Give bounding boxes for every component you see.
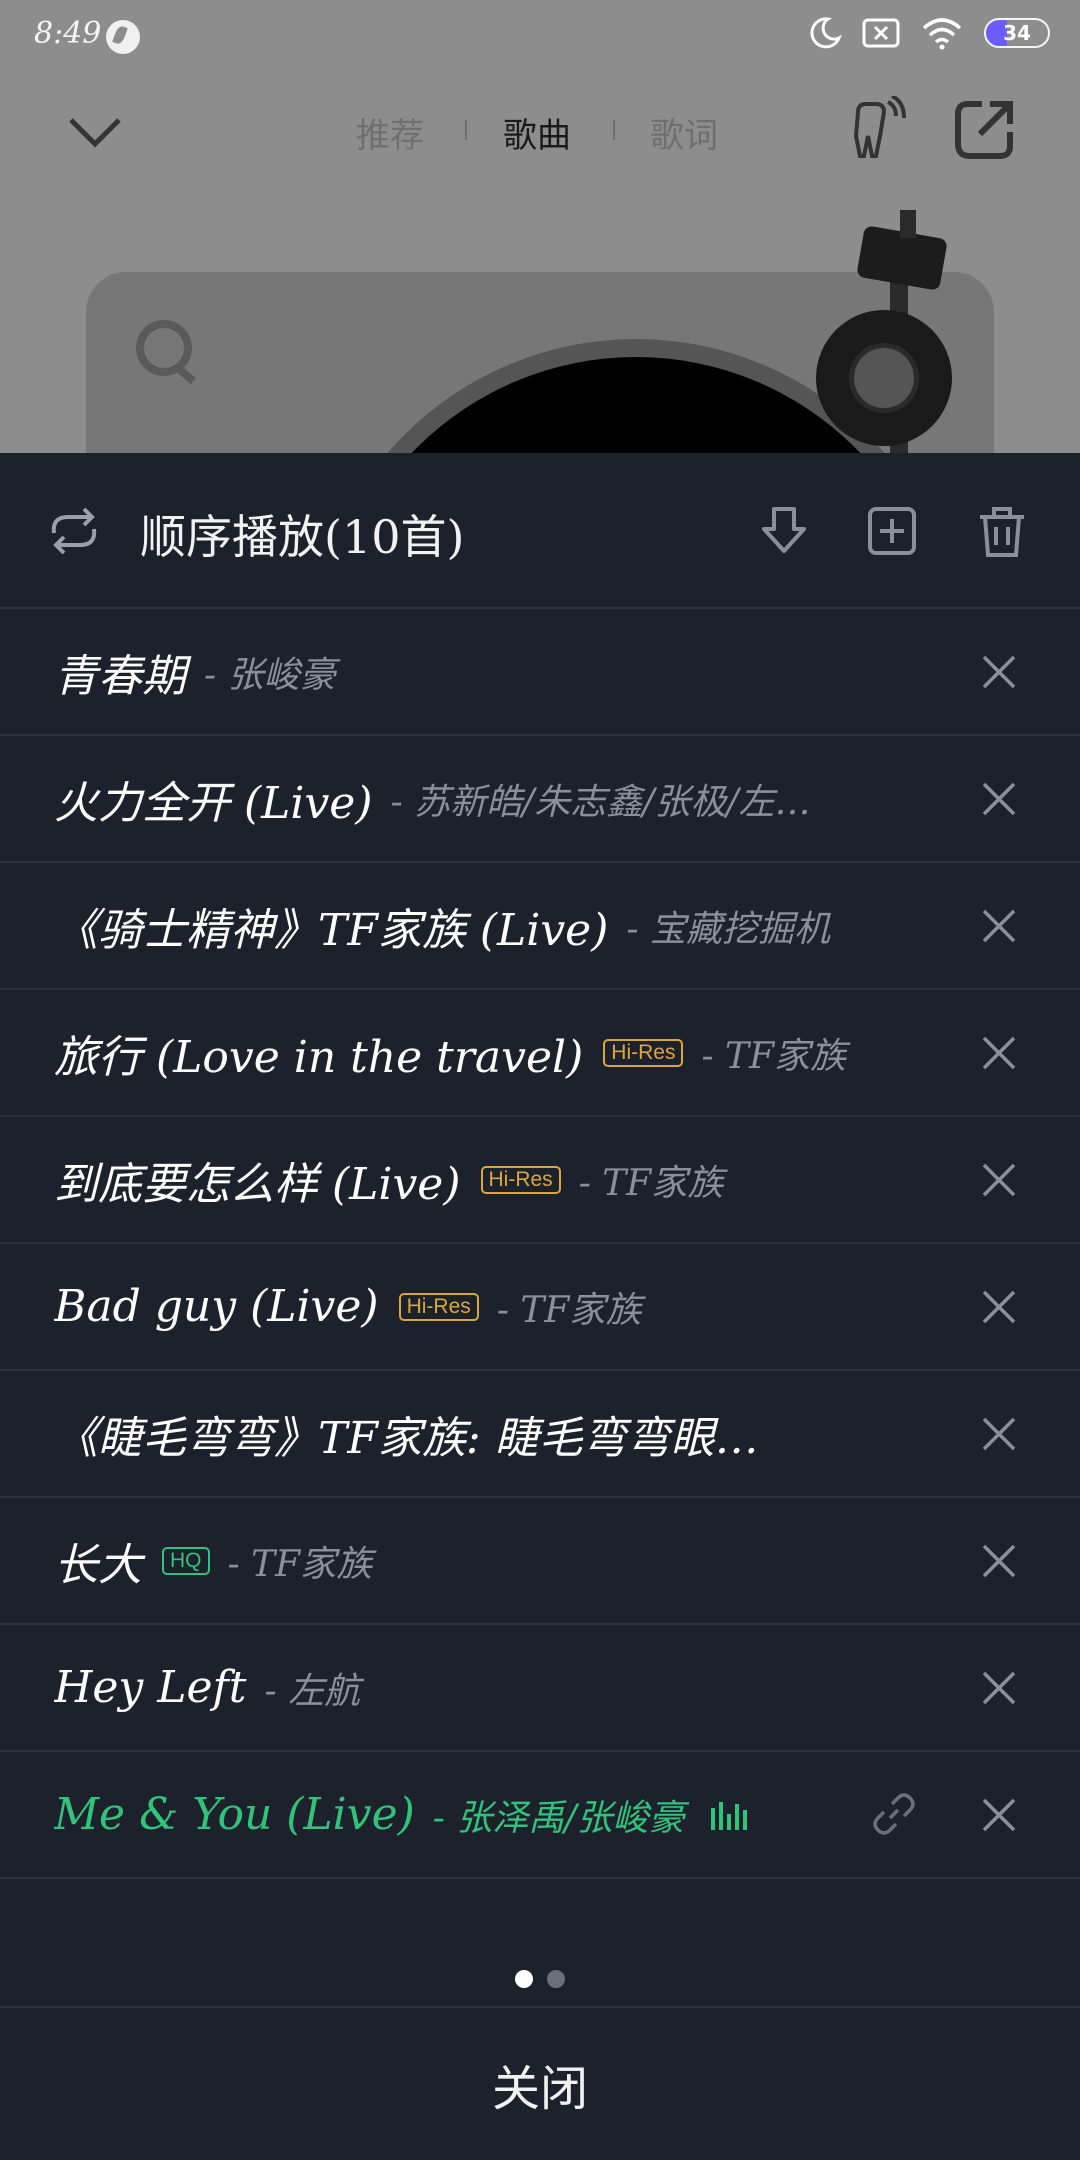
song-artist: - TF家族: [227, 1543, 373, 1585]
song-artist: - TF家族: [496, 1289, 642, 1331]
song-title: 旅行 (Love in the travel): [54, 1031, 584, 1083]
remove-song-icon[interactable]: [976, 776, 1022, 822]
song-row[interactable]: 到底要怎么样 (Live) Hi-Res - TF家族: [0, 1117, 1080, 1244]
page-indicator: [0, 1970, 1080, 2000]
link-icon[interactable]: [872, 1792, 916, 1836]
song-title: 火力全开 (Live): [54, 777, 373, 829]
tab-lyrics[interactable]: 歌词: [650, 108, 718, 157]
song-row[interactable]: Me & You (Live) - 张泽禹/张峻豪: [0, 1752, 1080, 1879]
song-title: 《睫毛弯弯》TF家族: 睫毛弯弯眼…: [54, 1412, 759, 1464]
song-row[interactable]: 火力全开 (Live) - 苏新皓/朱志鑫/张极/左…: [0, 736, 1080, 863]
song-title: Hey Left: [54, 1662, 247, 1713]
remove-song-icon[interactable]: [976, 1665, 1022, 1711]
download-icon[interactable]: [756, 503, 812, 559]
player-background: 8:49 34 推荐 歌曲 歌词: [0, 0, 1080, 453]
song-row[interactable]: 《骑士精神》TF家族 (Live) - 宝藏挖掘机: [0, 863, 1080, 990]
song-artist: - 张泽禹/张峻豪: [432, 1797, 685, 1839]
tab-divider: [613, 120, 615, 140]
remove-song-icon[interactable]: [976, 1792, 1022, 1838]
song-info: 旅行 (Love in the travel) Hi-Res - TF家族: [54, 990, 954, 1115]
trash-icon[interactable]: [974, 503, 1030, 559]
song-info: Bad guy (Live) Hi-Res - TF家族: [54, 1244, 954, 1369]
song-info: Hey Left - 左航: [54, 1625, 954, 1750]
song-row[interactable]: 《睫毛弯弯》TF家族: 睫毛弯弯眼…: [0, 1371, 1080, 1498]
moon-icon: [810, 17, 842, 49]
song-title: 《骑士精神》TF家族 (Live): [54, 904, 609, 956]
song-info: 《睫毛弯弯》TF家族: 睫毛弯弯眼…: [54, 1371, 954, 1496]
remove-song-icon[interactable]: [976, 1157, 1022, 1203]
song-info: 《骑士精神》TF家族 (Live) - 宝藏挖掘机: [54, 863, 954, 988]
song-title: 青春期: [54, 650, 186, 702]
hi-res-badge: Hi-Res: [603, 1038, 684, 1067]
remove-song-icon[interactable]: [976, 1411, 1022, 1457]
remove-song-icon[interactable]: [976, 649, 1022, 695]
tab-recommend[interactable]: 推荐: [356, 108, 424, 157]
playlist-header: 顺序播放(10首): [0, 453, 1080, 609]
now-playing-equalizer-icon: [710, 1800, 747, 1830]
song-info: 到底要怎么样 (Live) Hi-Res - TF家族: [54, 1117, 954, 1242]
browser-icon: [106, 20, 140, 54]
song-info: 长大 HQ - TF家族: [54, 1498, 954, 1623]
song-title: 长大: [54, 1539, 142, 1591]
song-title: 到底要怎么样 (Live): [54, 1158, 461, 1210]
song-info: Me & You (Live) - 张泽禹/张峻豪: [54, 1752, 954, 1877]
no-sim-icon: [862, 18, 900, 48]
remove-song-icon[interactable]: [976, 1538, 1022, 1584]
add-to-playlist-icon[interactable]: [864, 503, 920, 559]
player-nav: 推荐 歌曲 歌词: [0, 96, 1080, 170]
chevron-down-icon[interactable]: [66, 112, 124, 152]
song-title: Bad guy (Live): [54, 1281, 379, 1332]
remove-song-icon[interactable]: [976, 1030, 1022, 1076]
qq-music-logo-icon: [136, 320, 192, 376]
playlist-sheet: 顺序播放(10首) 青春期 - 张峻豪火力全开 (Live) - 苏新皓/朱志鑫/张…: [0, 453, 1080, 2160]
page-dot[interactable]: [547, 1970, 565, 1988]
status-bar: 8:49 34: [0, 0, 1080, 74]
remove-song-icon[interactable]: [976, 903, 1022, 949]
tab-divider: [465, 120, 467, 140]
cast-device-icon[interactable]: [850, 96, 906, 160]
song-row[interactable]: 旅行 (Love in the travel) Hi-Res - TF家族: [0, 990, 1080, 1117]
song-row[interactable]: Bad guy (Live) Hi-Res - TF家族: [0, 1244, 1080, 1371]
repeat-order-icon[interactable]: [44, 503, 104, 559]
song-artist: - TF家族: [578, 1162, 724, 1204]
song-title: Me & You (Live): [54, 1789, 415, 1840]
song-info: 青春期 - 张峻豪: [54, 609, 954, 734]
status-time: 8:49: [34, 16, 102, 51]
share-icon[interactable]: [954, 98, 1016, 160]
close-button[interactable]: 关闭: [0, 2006, 1080, 2160]
tab-songs[interactable]: 歌曲: [503, 108, 571, 157]
close-label: 关闭: [491, 2061, 588, 2117]
song-artist: - 宝藏挖掘机: [626, 908, 830, 950]
song-row[interactable]: Hey Left - 左航: [0, 1625, 1080, 1752]
hi-res-badge: Hi-Res: [480, 1165, 561, 1194]
remove-song-icon[interactable]: [976, 1284, 1022, 1330]
song-artist: - 张峻豪: [204, 654, 336, 696]
hi-res-badge: Hi-Res: [398, 1292, 479, 1321]
wifi-icon: [922, 18, 962, 50]
song-artist: - 苏新皓/朱志鑫/张极/左…: [390, 781, 811, 823]
song-info: 火力全开 (Live) - 苏新皓/朱志鑫/张极/左…: [54, 736, 954, 861]
playlist-title: 顺序播放(10首): [140, 510, 465, 564]
tonearm: [816, 210, 966, 453]
battery-indicator: 34: [984, 18, 1050, 48]
page-dot[interactable]: [515, 1970, 533, 1988]
song-artist: - 左航: [264, 1670, 361, 1712]
song-artist: - TF家族: [701, 1035, 847, 1077]
song-row[interactable]: 青春期 - 张峻豪: [0, 609, 1080, 736]
song-row[interactable]: 长大 HQ - TF家族: [0, 1498, 1080, 1625]
song-list: 青春期 - 张峻豪火力全开 (Live) - 苏新皓/朱志鑫/张极/左… 《骑士精神》…: [0, 609, 1080, 1879]
hq-badge: HQ: [162, 1546, 210, 1575]
